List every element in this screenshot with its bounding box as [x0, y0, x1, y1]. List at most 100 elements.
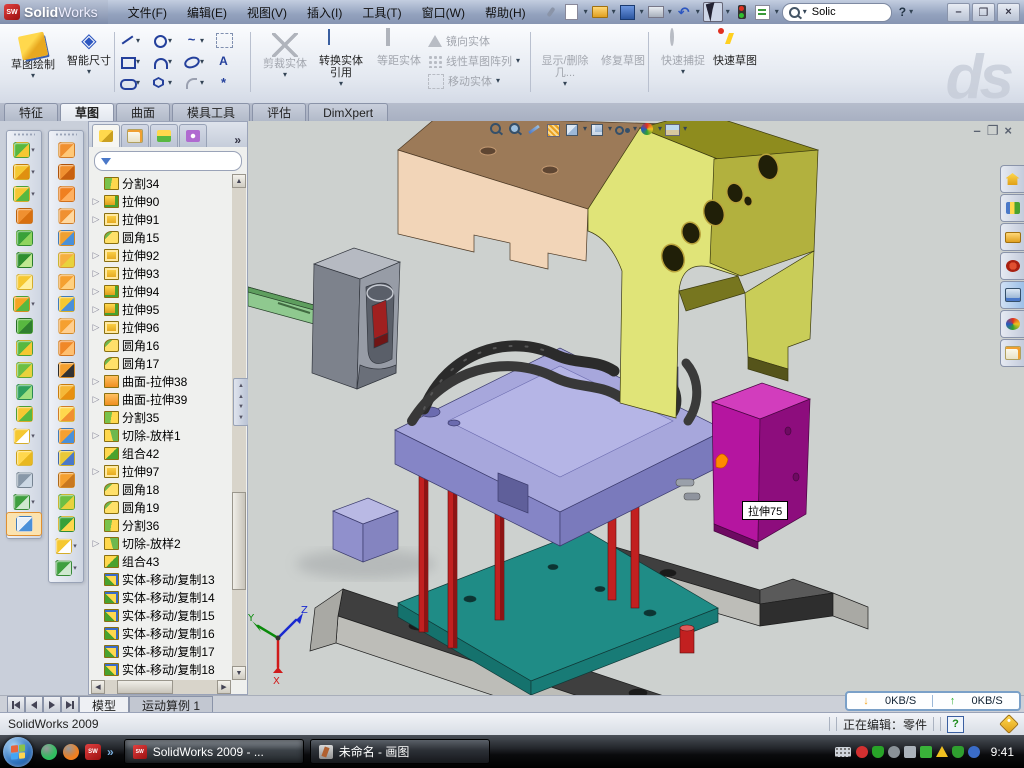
panel-overflow-button[interactable]: »: [228, 133, 247, 147]
undo-dropdown[interactable]: ▾: [696, 8, 700, 16]
tree-item[interactable]: 实体-移动/复制17: [91, 642, 231, 660]
tree-item[interactable]: ▷拉伸93: [91, 264, 231, 282]
boundary-surface-button[interactable]: [49, 293, 83, 315]
tree-item[interactable]: ▷拉伸95: [91, 300, 231, 318]
extruded-cut-button[interactable]: ▾: [7, 161, 41, 183]
options-button[interactable]: [754, 3, 772, 21]
new-file-button[interactable]: [563, 3, 581, 21]
core-insert-block[interactable]: [333, 498, 398, 562]
untrim-surface-button[interactable]: [49, 447, 83, 469]
security-alert-icon[interactable]: [856, 746, 868, 758]
taskbar-window-solidworks[interactable]: SWSolidWorks 2009 - ...: [124, 739, 304, 764]
rib-button[interactable]: [7, 205, 41, 227]
hide-show-items-icon[interactable]: [614, 122, 631, 137]
menu-t[interactable]: 工具(T): [352, 0, 411, 24]
tree-item[interactable]: 实体-移动/复制18: [91, 660, 231, 678]
menu-w[interactable]: 窗口(W): [412, 0, 475, 24]
appearances-tab[interactable]: [1000, 310, 1024, 338]
interference-lights-icon[interactable]: [733, 3, 751, 21]
solidworks-icon[interactable]: SW: [85, 744, 101, 760]
expand-arrow-icon[interactable]: ▷: [91, 430, 101, 441]
fillet-dropdown[interactable]: ▾: [200, 79, 204, 87]
select-tool-button[interactable]: [703, 2, 723, 22]
tree-item[interactable]: 组合43: [91, 552, 231, 570]
arc-dropdown[interactable]: ▾: [168, 58, 172, 66]
volume-icon[interactable]: [904, 746, 916, 758]
reference-geometry-dropdown[interactable]: ▾: [73, 542, 77, 550]
apply-scene-dropdown[interactable]: ▾: [683, 125, 687, 133]
quick-snaps-button[interactable]: 快速捕捉 ▾: [654, 28, 712, 100]
edit-appearance-dropdown[interactable]: ▾: [658, 125, 662, 133]
graphics-viewport[interactable]: Y Z X ▾▾▾▾▾ – ❐ × 拉伸75: [248, 121, 1024, 695]
flex-button[interactable]: [49, 337, 83, 359]
swept-boss-button[interactable]: [49, 139, 83, 161]
commandtab-草图[interactable]: 草图: [60, 103, 114, 121]
circle-dropdown[interactable]: ▾: [168, 37, 172, 45]
linear-pattern-button[interactable]: 线性草图阵列 ▾: [428, 52, 520, 70]
tree-item[interactable]: ▷拉伸91: [91, 210, 231, 228]
tree-item[interactable]: 实体-移动/复制14: [91, 588, 231, 606]
tree-item[interactable]: ▷切除-放样1: [91, 426, 231, 444]
commandtab-DimXpert[interactable]: DimXpert: [308, 103, 388, 121]
select-dropdown[interactable]: ▾: [726, 8, 730, 16]
dimxpertmanager-tab[interactable]: [179, 124, 207, 147]
modeltab-运动算例 1[interactable]: 运动算例 1: [129, 696, 213, 713]
menu-e[interactable]: 编辑(E): [177, 0, 237, 24]
minimize-button[interactable]: –: [947, 3, 970, 22]
axis-button[interactable]: [7, 469, 41, 491]
expand-arrow-icon[interactable]: ▷: [91, 196, 101, 207]
tree-item[interactable]: ▷拉伸97: [91, 462, 231, 480]
trim-surface-button[interactable]: [49, 403, 83, 425]
smart-dimension-dropdown[interactable]: ▾: [87, 68, 91, 76]
view-orientation-icon[interactable]: [589, 122, 606, 137]
offset-entities-button[interactable]: 等距实体: [370, 28, 428, 100]
expand-arrow-icon[interactable]: ▷: [91, 538, 101, 549]
swept-cut-button[interactable]: [49, 183, 83, 205]
extruded-boss-dropdown[interactable]: ▾: [31, 146, 35, 154]
revolved-surface-button[interactable]: [49, 161, 83, 183]
reference-plane-dropdown[interactable]: ▾: [31, 432, 35, 440]
fillet-dropdown[interactable]: ▾: [31, 190, 35, 198]
tree-item[interactable]: 实体-移动/复制16: [91, 624, 231, 642]
tag-icon[interactable]: [999, 714, 1019, 734]
help-dropdown[interactable]: ▾: [909, 8, 913, 16]
reference-plane-button[interactable]: ▾: [7, 425, 41, 447]
tree-item[interactable]: 分割36: [91, 516, 231, 534]
expand-arrow-icon[interactable]: ▷: [91, 376, 101, 387]
sketch-line-button[interactable]: ▾: [118, 30, 150, 51]
sketch-rect-button[interactable]: ▾: [118, 51, 150, 72]
spline-tool-dropdown[interactable]: ▾: [31, 498, 35, 506]
freeform-button[interactable]: [49, 227, 83, 249]
expand-arrow-icon[interactable]: ▷: [91, 286, 101, 297]
home-tab[interactable]: [1000, 165, 1024, 193]
scroll-up-button[interactable]: ▲: [232, 174, 246, 188]
modeltab-模型[interactable]: 模型: [79, 696, 129, 713]
expand-arrow-icon[interactable]: ▷: [91, 322, 101, 333]
tree-item[interactable]: ▷曲面-拉伸38: [91, 372, 231, 390]
taskbar-window-paint[interactable]: 未命名 - 画图: [310, 739, 490, 764]
polygon-dropdown[interactable]: ▾: [168, 79, 172, 87]
move-copy-body-button[interactable]: [7, 403, 41, 425]
sketch-arc-button[interactable]: ▾: [150, 51, 182, 72]
rect-dropdown[interactable]: ▾: [136, 58, 140, 66]
scroll-right-button[interactable]: ▶: [217, 680, 231, 694]
trim-entities-button[interactable]: 剪裁实体 ▾: [256, 28, 314, 100]
tree-item[interactable]: 实体-移动/复制13: [91, 570, 231, 588]
scroll-thumb[interactable]: [117, 680, 173, 694]
delete-body-button[interactable]: [49, 359, 83, 381]
mirror-button[interactable]: [7, 315, 41, 337]
options-dropdown[interactable]: ▾: [775, 8, 779, 16]
sketch-text-button[interactable]: A: [214, 51, 246, 72]
print-button[interactable]: [647, 3, 665, 21]
linear-pattern-dropdown[interactable]: ▾: [516, 57, 520, 65]
search-box[interactable]: ▾: [782, 3, 892, 22]
menu-f[interactable]: 文件(F): [118, 0, 177, 24]
smart-dimension-button[interactable]: ◈ 智能尺寸 ▾: [60, 28, 118, 100]
sketch-fillet-button[interactable]: ▾: [182, 72, 214, 93]
update-gear-icon[interactable]: [888, 746, 900, 758]
spline-dropdown[interactable]: ▾: [200, 37, 204, 45]
support-bracket[interactable]: [588, 121, 818, 418]
measure-button[interactable]: [7, 513, 41, 535]
scroll-thumb[interactable]: [232, 492, 246, 590]
extend-surface-button[interactable]: [49, 425, 83, 447]
